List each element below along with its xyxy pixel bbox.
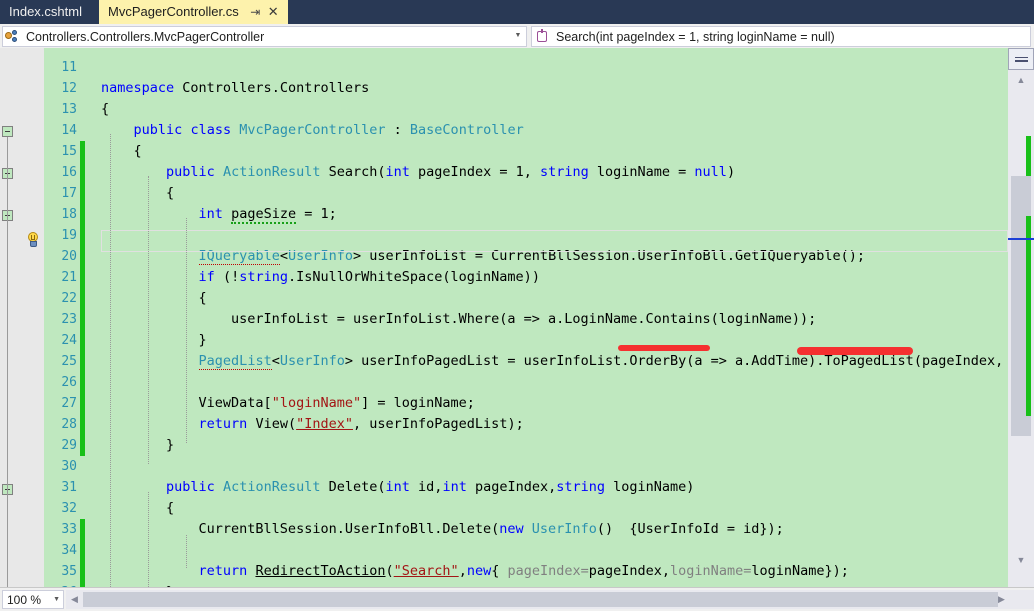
split-view-icon[interactable] (1008, 48, 1034, 70)
code-line[interactable]: int pageSize = 1; (101, 204, 337, 225)
line-number: 11 (61, 60, 77, 75)
current-line-highlight (101, 230, 1008, 252)
code-line[interactable]: return View("Index", userInfoPagedList); (101, 414, 524, 435)
vertical-scrollbar[interactable]: ▲ ▼ (1008, 48, 1034, 588)
code-text-area[interactable]: namespace Controllers.Controllers{ publi… (101, 48, 1034, 588)
member-dropdown[interactable]: Search(int pageIndex = 1, string loginNa… (531, 26, 1031, 47)
code-line[interactable]: return RedirectToAction("Search",new{ pa… (101, 561, 849, 582)
tab-label: MvcPagerController.cs (107, 4, 239, 19)
line-number: 22 (61, 291, 77, 306)
line-number: 28 (61, 417, 77, 432)
red-underline-topagedlist (797, 347, 913, 355)
line-number: 34 (61, 543, 77, 558)
line-number: 32 (61, 501, 77, 516)
line-number: 21 (61, 270, 77, 285)
line-number: 12 (61, 81, 77, 96)
line-number: 29 (61, 438, 77, 453)
code-line[interactable]: public ActionResult Search(int pageIndex… (101, 162, 735, 183)
editor-tab-index-cshtml[interactable]: Index.cshtml (0, 0, 99, 24)
close-icon[interactable]: ✕ (268, 0, 279, 24)
method-icon (535, 28, 550, 44)
code-line[interactable]: { (101, 498, 174, 519)
chevron-up-icon[interactable]: ▲ (1012, 72, 1030, 88)
line-number: 23 (61, 312, 77, 327)
zoom-level-dropdown[interactable]: 100 % ▼ (2, 590, 64, 609)
line-number: 20 (61, 249, 77, 264)
line-number: 18 (61, 207, 77, 222)
line-number: 33 (61, 522, 77, 537)
code-line[interactable]: } (101, 330, 207, 351)
pin-icon[interactable]: ⇥ (249, 0, 262, 24)
glyph-margin[interactable] (22, 48, 44, 588)
line-number: 17 (61, 186, 77, 201)
code-line[interactable]: ViewData["loginName"] = loginName; (101, 393, 475, 414)
navigation-bar: Controllers.Controllers.MvcPagerControll… (0, 24, 1034, 48)
code-line[interactable]: userInfoList = userInfoList.Where(a => a… (101, 309, 816, 330)
type-dropdown[interactable]: Controllers.Controllers.MvcPagerControll… (2, 26, 527, 47)
line-number: 35 (61, 564, 77, 579)
outlining-margin[interactable] (85, 48, 101, 588)
code-line[interactable]: public ActionResult Delete(int id,int pa… (101, 477, 694, 498)
editor-status-bar: 100 % ▼ ◀ ▶ (0, 588, 1034, 611)
code-line[interactable]: { (101, 141, 142, 162)
horizontal-scrollbar[interactable]: ◀ ▶ (66, 590, 1010, 609)
line-number: 13 (61, 102, 77, 117)
tab-label: Index.cshtml (9, 4, 82, 19)
chevron-down-icon[interactable]: ▼ (512, 27, 524, 44)
line-number: 27 (61, 396, 77, 411)
code-line[interactable]: namespace Controllers.Controllers (101, 78, 369, 99)
line-number: 26 (61, 375, 77, 390)
chevron-right-icon[interactable]: ▶ (993, 591, 1010, 608)
code-line[interactable]: if (!string.IsNullOrWhiteSpace(loginName… (101, 267, 540, 288)
chevron-left-icon[interactable]: ◀ (66, 591, 83, 608)
code-line[interactable]: { (101, 183, 174, 204)
code-editor[interactable]: 11 12 13 14 15 16 17 18 19 20 21 22 23 24 25 26 27 28 29 30… (0, 48, 1034, 588)
type-dropdown-value: Controllers.Controllers.MvcPagerControll… (26, 29, 265, 44)
zoom-level-value: 100 % (7, 592, 42, 607)
line-number: 24 (61, 333, 77, 348)
line-number: 30 (61, 459, 77, 474)
line-number: 14 (61, 123, 77, 138)
visual-studio-editor-window: Index.cshtml MvcPagerController.cs ⇥ ✕ C… (0, 0, 1034, 611)
line-number-gutter: 11 12 13 14 15 16 17 18 19 20 21 22 23 24 25 26 27 28 29 30… (44, 48, 80, 588)
chevron-down-icon[interactable]: ▼ (1012, 552, 1030, 568)
code-line[interactable]: { (101, 288, 207, 309)
line-number: 16 (61, 165, 77, 180)
line-number: 15 (61, 144, 77, 159)
horizontal-scrollbar-thumb[interactable] (83, 592, 998, 607)
member-dropdown-value: Search(int pageIndex = 1, string loginNa… (556, 29, 835, 44)
class-icon (5, 29, 21, 44)
code-line[interactable]: } (101, 435, 174, 456)
line-number: 31 (61, 480, 77, 495)
red-underline-orderby (618, 345, 710, 351)
editor-tab-mvcpagercontroller-cs[interactable]: MvcPagerController.cs ⇥ ✕ (98, 0, 288, 24)
outline-collapse-line-12[interactable] (2, 126, 13, 137)
scrollbar-corner (1010, 590, 1034, 609)
code-line[interactable]: public class MvcPagerController : BaseCo… (101, 120, 524, 141)
chevron-down-icon[interactable]: ▼ (53, 596, 60, 603)
editor-tab-strip: Index.cshtml MvcPagerController.cs ⇥ ✕ (0, 0, 1034, 24)
line-number: 25 (61, 354, 77, 369)
line-number: 19 (61, 228, 77, 243)
code-line[interactable]: CurrentBllSession.UserInfoBll.Delete(new… (101, 519, 784, 540)
code-line[interactable]: { (101, 99, 109, 120)
caret-position-marker (1008, 238, 1034, 240)
lightbulb-icon[interactable] (25, 232, 41, 249)
